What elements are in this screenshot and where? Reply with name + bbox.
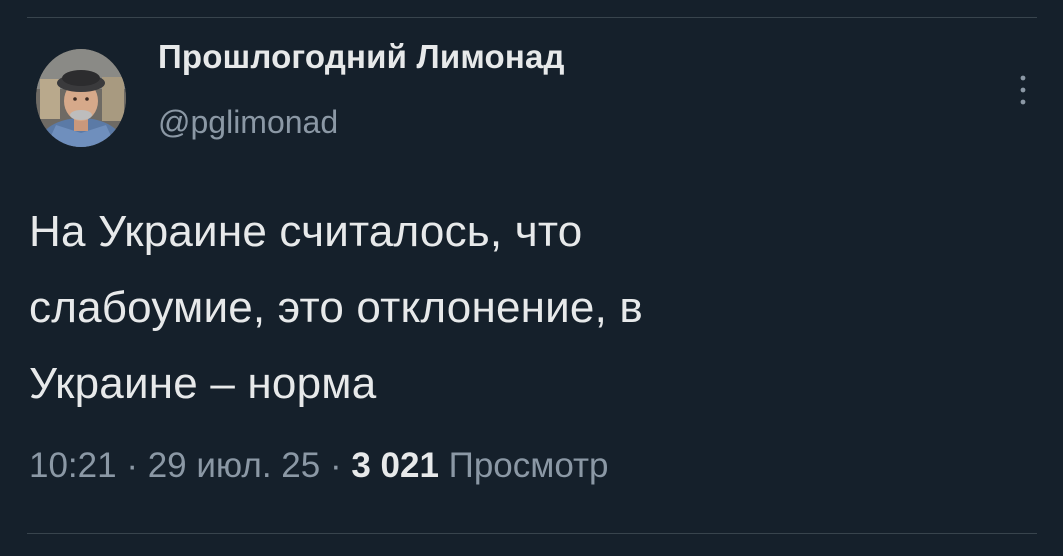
more-options-button[interactable] <box>1008 70 1038 110</box>
meta-separator: · <box>126 446 138 485</box>
tweet-text-line: слабоумие, это отклонение, в <box>29 283 643 332</box>
meta-separator: · <box>329 446 342 485</box>
avatar-photo-icon <box>36 49 126 147</box>
display-name[interactable]: Прошлогодний Лимонад <box>158 38 565 76</box>
views-count[interactable]: 3 021 <box>351 446 439 485</box>
user-avatar[interactable] <box>36 49 126 147</box>
tweet-text: На Украине считалось, что слабоумие, это… <box>29 194 1009 422</box>
tweet-text-line: На Украине считалось, что <box>29 207 583 256</box>
bottom-divider <box>27 533 1037 534</box>
tweet: Прошлогодний Лимонад @pglimonad На Украи… <box>0 0 1063 556</box>
user-handle[interactable]: @pglimonad <box>158 104 338 141</box>
more-options-vertical-icon <box>1020 75 1026 105</box>
tweet-date[interactable]: 29 июл. 25 <box>148 446 321 485</box>
views-label[interactable]: Просмотр <box>449 446 609 485</box>
tweet-text-line: Украине – норма <box>29 359 377 408</box>
tweet-meta: 10:21 · 29 июл. 25 · 3 021 Просмотр <box>29 446 609 486</box>
tweet-time[interactable]: 10:21 <box>29 446 117 485</box>
